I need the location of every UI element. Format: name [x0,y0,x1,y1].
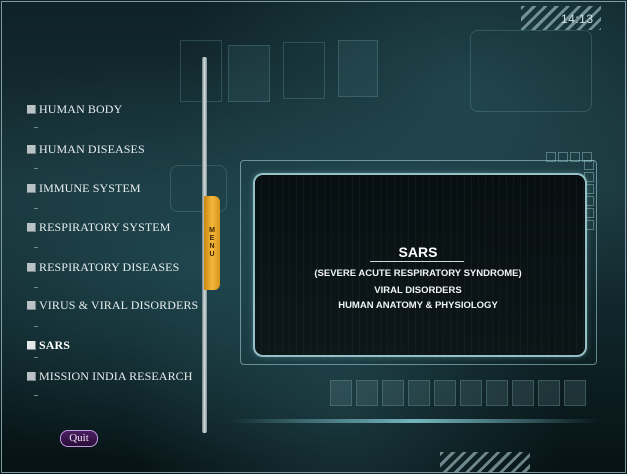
background-shape [283,42,325,99]
bullet-square-icon [27,184,36,193]
bullet-square-icon [27,145,36,154]
panel-category: VIRAL DISORDERS [374,285,462,296]
menu-item-label: RESPIRATORY DISEASES [39,260,180,274]
menu-item-label: MISSION INDIA RESEARCH [39,369,193,383]
menu-tab-letter: E [209,235,215,242]
menu-tab-letter: U [209,251,215,258]
menu-item-respiratory-diseases[interactable]: RESPIRATORY DISEASES [27,260,179,275]
menu-item-label: IMMUNE SYSTEM [39,181,141,195]
glow-bar [230,419,600,423]
tick-mark [34,287,38,288]
clock-display: 14:13 [561,12,594,26]
tick-mark [34,326,38,327]
app-screen: 14:13 HUMAN BODY HUMAN DISEASES IMMUNE S… [0,0,627,474]
tick-mark [34,357,38,358]
panel-section: HUMAN ANATOMY & PHYSIOLOGY [338,300,498,311]
block-decoration [330,380,586,406]
menu-item-virus-viral-disorders[interactable]: VIRUS & VIRAL DISORDERS [27,298,198,313]
tick-mark [34,168,38,169]
background-shape [470,30,592,112]
menu-item-label: VIRUS & VIRAL DISORDERS [39,298,199,312]
menu-item-respiratory-system[interactable]: RESPIRATORY SYSTEM [27,220,171,235]
info-panel [253,173,587,357]
background-shape [180,40,222,102]
bullet-square-icon [27,372,36,381]
bullet-square-icon [27,105,36,114]
background-shape [228,45,270,102]
menu-item-mission-india-research[interactable]: MISSION INDIA RESEARCH [27,369,193,384]
stripe-decoration [440,452,530,472]
menu-tab-letter: N [209,243,215,250]
bullet-square-icon [27,223,36,232]
tick-mark [34,247,38,248]
menu-item-human-body[interactable]: HUMAN BODY [27,102,122,117]
bullet-square-icon [27,341,36,350]
menu-item-label: HUMAN BODY [39,102,123,116]
menu-item-label: SARS [39,338,71,352]
title-underline [370,261,464,262]
menu-item-immune-system[interactable]: IMMUNE SYSTEM [27,181,141,196]
menu-item-label: HUMAN DISEASES [39,142,145,156]
menu-item-human-diseases[interactable]: HUMAN DISEASES [27,142,145,157]
menu-item-sars[interactable]: SARS [27,338,70,353]
bullet-square-icon [27,263,36,272]
panel-subtitle: (SEVERE ACUTE RESPIRATORY SYNDROME) [314,268,522,279]
tick-mark [34,395,38,396]
tick-mark [34,127,38,128]
menu-toggle-tab[interactable]: M E N U [204,196,220,290]
quit-button[interactable]: Quit [60,430,98,447]
background-shape [338,40,378,97]
menu-item-label: RESPIRATORY SYSTEM [39,220,171,234]
bullet-square-icon [27,301,36,310]
panel-title: SARS [398,244,438,260]
tick-mark [34,208,38,209]
menu-tab-letter: M [209,227,215,234]
